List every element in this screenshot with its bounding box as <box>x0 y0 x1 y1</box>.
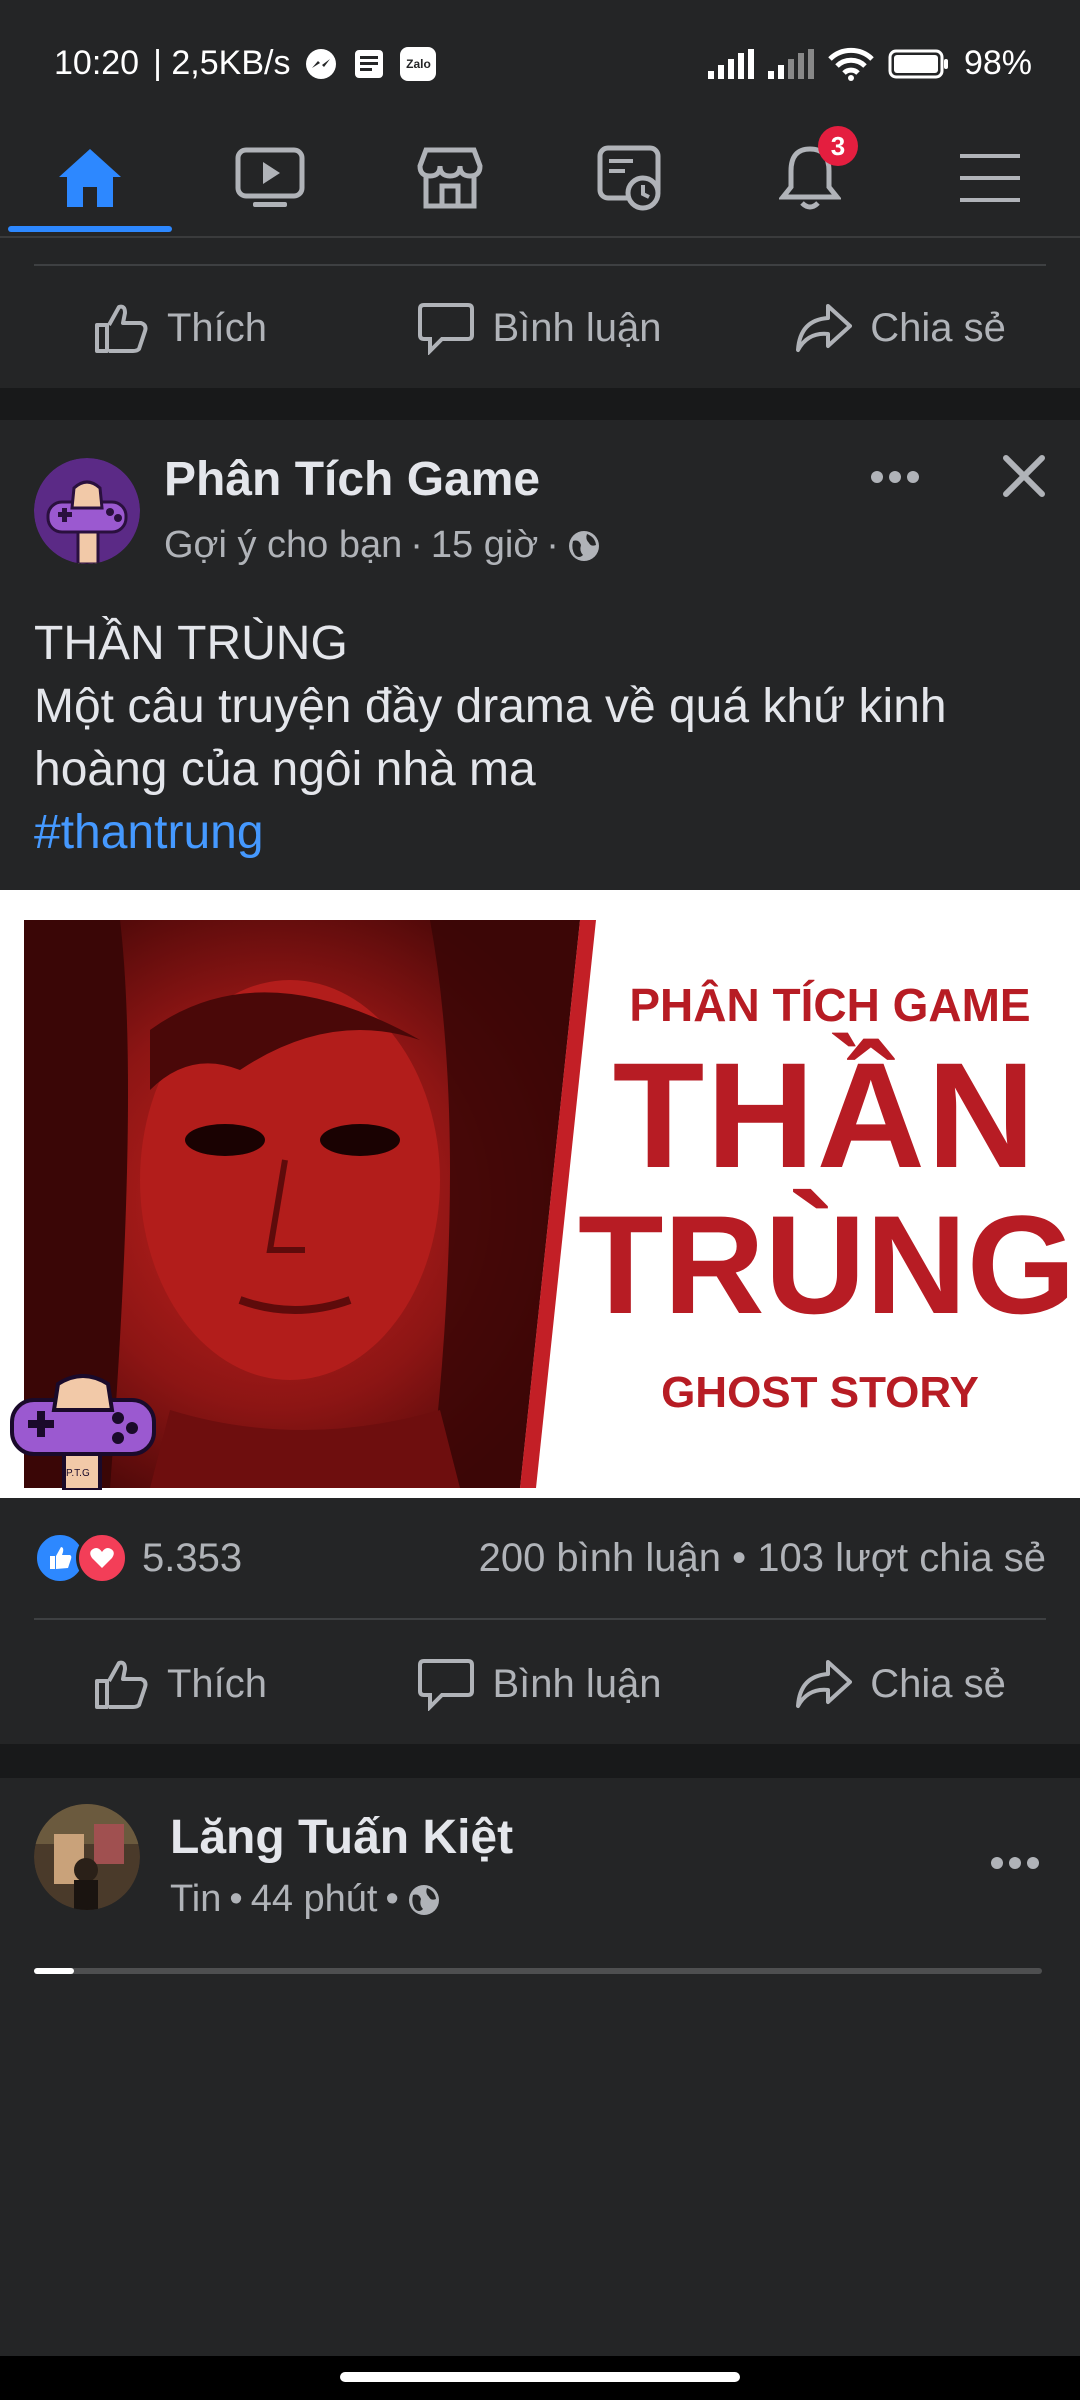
divider <box>34 264 1046 266</box>
post-meta: Gợi ý cho bạn · 15 giờ · <box>164 524 601 567</box>
globe-icon <box>408 1884 439 1915</box>
comment-label: Bình luận <box>492 305 662 350</box>
hashtag-link[interactable]: #thantrung <box>34 801 1044 864</box>
prev-post-actions: Thích Bình luận Chia sẻ <box>0 268 1080 388</box>
comment-button[interactable]: Bình luận <box>360 1657 720 1711</box>
next-post-time[interactable]: 44 phút <box>251 1878 378 1921</box>
tab-memories[interactable] <box>540 120 720 236</box>
notification-badge: 3 <box>818 126 858 166</box>
more-options-icon[interactable] <box>988 1848 1042 1878</box>
post-image[interactable]: PHÂN TÍCH GAME THẦN TRÙNG GHOST STORY P.… <box>0 890 1080 1498</box>
post-type: Tin <box>170 1878 222 1920</box>
like-icon <box>94 304 148 353</box>
next-post <box>0 1778 1080 1946</box>
messenger-icon <box>306 48 337 79</box>
more-options-icon[interactable] <box>868 462 922 492</box>
love-reaction-icon <box>76 1532 128 1584</box>
comments-count[interactable]: 200 bình luận <box>479 1536 721 1580</box>
shares-count[interactable]: 103 lượt chia sẻ <box>757 1536 1046 1580</box>
post-title: THẦN TRÙNG <box>34 617 348 670</box>
signal-2-icon <box>767 48 814 79</box>
poster-brand: PHÂN TÍCH GAME <box>629 979 1031 1031</box>
battery-icon <box>888 49 948 78</box>
tab-watch[interactable] <box>180 120 360 236</box>
like-label: Thích <box>166 305 268 350</box>
share-label: Chia sẻ <box>870 1661 1006 1706</box>
poster-subtitle: GHOST STORY <box>661 1368 979 1417</box>
reactions-summary[interactable]: 5.353 <box>34 1532 242 1584</box>
memories-icon <box>597 145 661 211</box>
battery-level: 98% <box>963 44 1032 82</box>
marketplace-icon <box>417 147 483 209</box>
engagement-counts: 200 bình luận • 103 lượt chia sẻ <box>478 1535 1046 1580</box>
active-tab-indicator <box>8 226 172 232</box>
wifi-icon <box>828 47 874 81</box>
tab-marketplace[interactable] <box>360 120 540 236</box>
share-icon <box>796 1660 853 1708</box>
post-stats: 5.353 200 bình luận • 103 lượt chia sẻ <box>34 1508 1046 1608</box>
news-icon <box>355 49 384 78</box>
story-progress-track <box>34 1968 1042 1974</box>
like-button[interactable]: Thích <box>0 1657 360 1711</box>
feed-separator <box>0 1744 1080 1778</box>
like-icon <box>94 1660 148 1709</box>
status-time: 10:20 <box>54 44 140 82</box>
watch-icon <box>235 147 305 207</box>
menu-icon <box>960 154 1020 202</box>
reactions-count: 5.353 <box>142 1535 243 1580</box>
poster-title-line1: THẦN <box>612 1031 1038 1199</box>
avatar-photo <box>34 1804 140 1910</box>
post-actions: Thích Bình luận Chia sẻ <box>0 1624 1080 1744</box>
comment-icon <box>418 303 475 355</box>
top-nav: 3 <box>0 120 1080 238</box>
next-post-meta: Tin • 44 phút • <box>170 1878 441 1921</box>
home-indicator[interactable] <box>340 2372 740 2382</box>
status-speed: | 2,5KB/s <box>153 44 291 82</box>
share-label: Chia sẻ <box>870 305 1006 350</box>
comment-icon <box>418 1659 475 1711</box>
share-icon <box>796 304 853 352</box>
post-body: THẦN TRÙNG Một câu truyện đầy drama về q… <box>34 612 1044 864</box>
suggested-label: Gợi ý cho bạn <box>164 524 403 566</box>
comment-button[interactable]: Bình luận <box>360 301 720 355</box>
page-name[interactable]: Phân Tích Game <box>164 452 540 507</box>
feed-separator <box>0 388 1080 420</box>
tab-menu[interactable] <box>900 120 1080 236</box>
divider <box>34 1618 1046 1620</box>
comment-label: Bình luận <box>492 1661 662 1706</box>
user-avatar[interactable] <box>34 1804 140 1910</box>
share-button[interactable]: Chia sẻ <box>720 302 1080 354</box>
user-name[interactable]: Lăng Tuấn Kiệt <box>170 1810 513 1865</box>
poster-title-line2: TRÙNG <box>578 1186 1076 1343</box>
status-right: 98% <box>707 44 1032 83</box>
share-button[interactable]: Chia sẻ <box>720 1658 1080 1710</box>
globe-icon <box>568 530 599 561</box>
story-progress-fill <box>34 1968 74 1974</box>
tab-notifications[interactable]: 3 <box>720 120 900 236</box>
zalo-icon: Zalo <box>400 46 437 81</box>
like-label: Thích <box>166 1661 268 1706</box>
post-description: Một câu truyện đầy drama về quá khứ kinh… <box>34 680 947 796</box>
tab-home[interactable] <box>0 120 180 236</box>
signal-icon <box>707 48 754 79</box>
page-logo-icon <box>34 458 140 564</box>
post-time[interactable]: 15 giờ <box>431 524 538 567</box>
like-button[interactable]: Thích <box>0 301 360 355</box>
status-left: 10:20 | 2,5KB/s Zalo <box>54 44 437 83</box>
ptg-logo-text: P.T.G <box>66 1468 90 1479</box>
close-icon[interactable] <box>1000 452 1048 500</box>
page-avatar[interactable] <box>34 458 140 564</box>
home-icon <box>59 149 121 207</box>
